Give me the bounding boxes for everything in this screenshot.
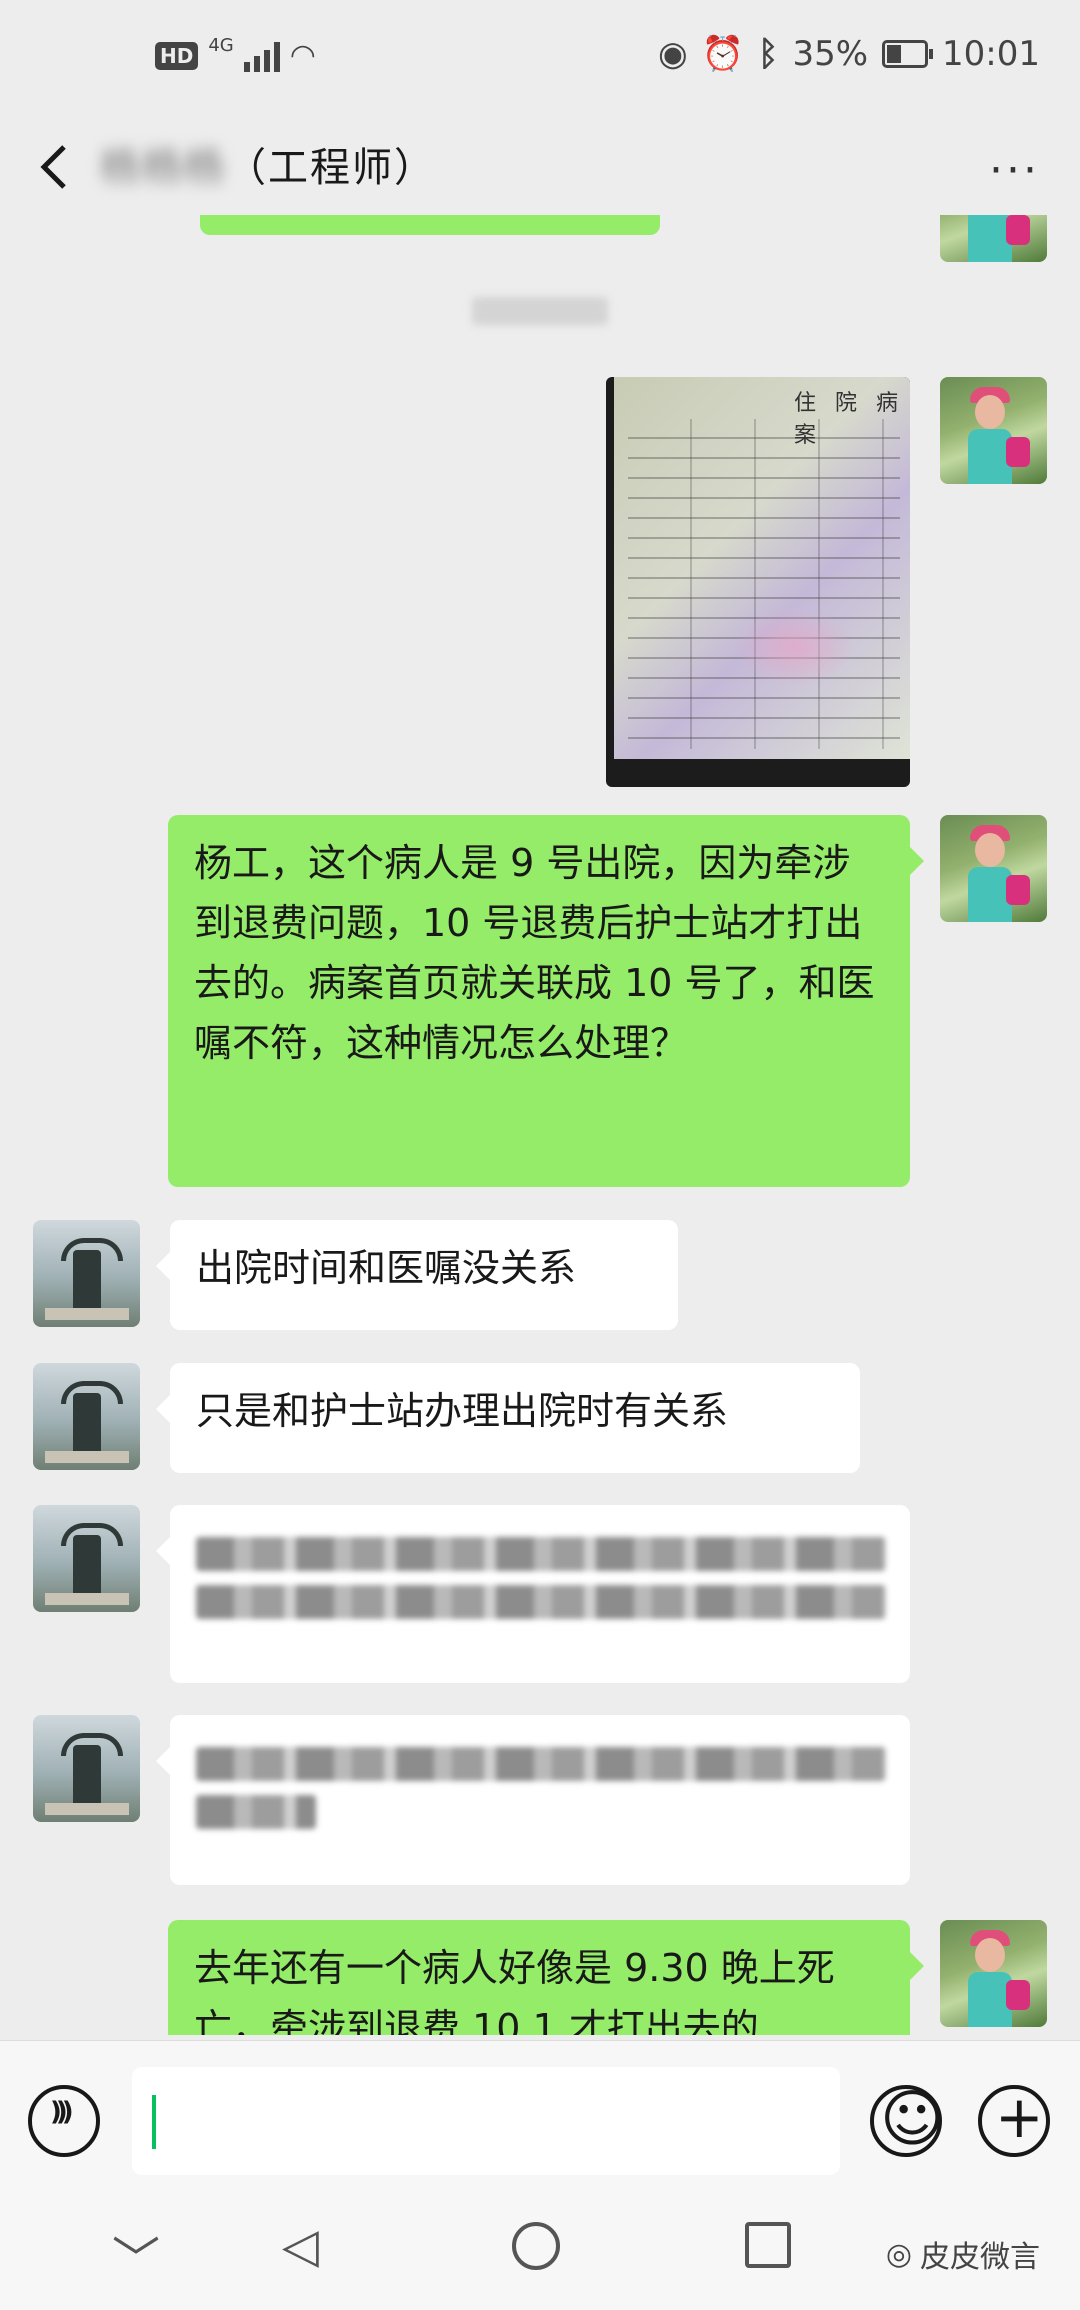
blurred-text	[196, 1795, 316, 1829]
system-timestamp	[472, 297, 608, 325]
more-icon[interactable]: ···	[989, 145, 1040, 196]
nav-recents-icon[interactable]	[745, 2222, 791, 2268]
contact-name-blurred: 杨	[100, 145, 142, 191]
eye-icon: ◉	[658, 34, 688, 74]
battery-icon	[882, 40, 934, 68]
system-nav-bar: ﹀ ◁ ◎ 皮皮微言	[0, 2200, 1080, 2310]
message-list: 住 院 病 案 杨工，这个病人是 9 号出院，因为牵涉到退费问题，10 号退费后…	[0, 215, 1080, 2035]
back-icon[interactable]	[28, 137, 88, 197]
contact-avatar[interactable]	[33, 1505, 140, 1612]
watermark-icon: ◎	[885, 2236, 912, 2272]
contact-name-blurred-2: 杨杨	[142, 145, 226, 191]
blurred-text	[196, 1585, 886, 1619]
photo-screen: 住 院 病 案	[614, 377, 910, 759]
bluetooth-icon: ᛒ	[758, 34, 779, 74]
message-text: 只是和护士站办理出院时有关系	[196, 1389, 729, 1433]
my-avatar[interactable]	[940, 1920, 1047, 2027]
contact-role: （工程师）	[226, 145, 436, 191]
message-bubble-sent[interactable]: 去年还有一个病人好像是 9.30 晚上死亡，牵涉到退费 10.1 才打出去的	[168, 1920, 924, 2035]
blurred-text	[196, 1747, 886, 1781]
text-caret	[152, 2095, 156, 2149]
signal-icon	[243, 40, 280, 72]
status-left: HD 4G ◠	[155, 35, 316, 73]
message-input[interactable]	[132, 2067, 840, 2175]
voice-icon[interactable]	[28, 2085, 100, 2157]
my-avatar-partial[interactable]	[940, 215, 1047, 262]
contact-avatar[interactable]	[33, 1715, 140, 1822]
message-bubble-received-blurred[interactable]	[156, 1715, 910, 1885]
contact-avatar[interactable]	[33, 1220, 140, 1327]
message-text: 杨工，这个病人是 9 号出院，因为牵涉到退费问题，10 号退费后护士站才打出去的…	[194, 841, 875, 1065]
contact-avatar[interactable]	[33, 1363, 140, 1470]
image-message[interactable]: 住 院 病 案	[606, 377, 910, 787]
message-text: 出院时间和医嘱没关系	[196, 1246, 577, 1290]
status-time: 10:01	[942, 34, 1040, 74]
message-bubble-received[interactable]: 只是和护士站办理出院时有关系	[156, 1363, 860, 1473]
message-bubble-received-blurred[interactable]	[156, 1505, 910, 1683]
watermark-text: 皮皮微言	[920, 2240, 1040, 2275]
alarm-icon: ⏰	[701, 34, 745, 74]
my-avatar[interactable]	[940, 815, 1047, 922]
message-text: 去年还有一个病人好像是 9.30 晚上死亡，牵涉到退费 10.1 才打出去的	[194, 1946, 835, 2035]
chat-title: 杨杨杨（工程师）	[100, 135, 436, 193]
status-right: ◉ ⏰ ᛒ 35% 10:01	[658, 34, 1040, 74]
photo-heading: 住 院 病 案	[794, 391, 904, 448]
emoji-icon[interactable]	[870, 2083, 945, 2157]
message-bubble-sent[interactable]: 杨工，这个病人是 9 号出院，因为牵涉到退费问题，10 号退费后护士站才打出去的…	[168, 815, 924, 1187]
input-bar	[0, 2040, 1080, 2201]
blurred-text	[196, 1537, 886, 1571]
my-avatar[interactable]	[940, 377, 1047, 484]
battery-percent: 35%	[792, 34, 869, 74]
message-bubble-received[interactable]: 出院时间和医嘱没关系	[156, 1220, 678, 1330]
network-type: 4G	[208, 35, 234, 56]
chat-header: 杨杨杨（工程师） ···	[0, 125, 1080, 215]
wifi-icon: ◠	[289, 38, 316, 73]
nav-hide-icon[interactable]: ﹀	[112, 2220, 160, 2290]
hd-badge: HD	[155, 41, 199, 70]
nav-home-icon[interactable]	[512, 2222, 560, 2270]
nav-back-icon[interactable]: ◁	[282, 2218, 319, 2274]
watermark: ◎ 皮皮微言	[886, 2232, 1040, 2276]
partial-message-bubble	[200, 215, 660, 235]
plus-icon[interactable]	[978, 2085, 1050, 2157]
status-bar: HD 4G ◠ ◉ ⏰ ᛒ 35% 10:01	[0, 0, 1080, 125]
